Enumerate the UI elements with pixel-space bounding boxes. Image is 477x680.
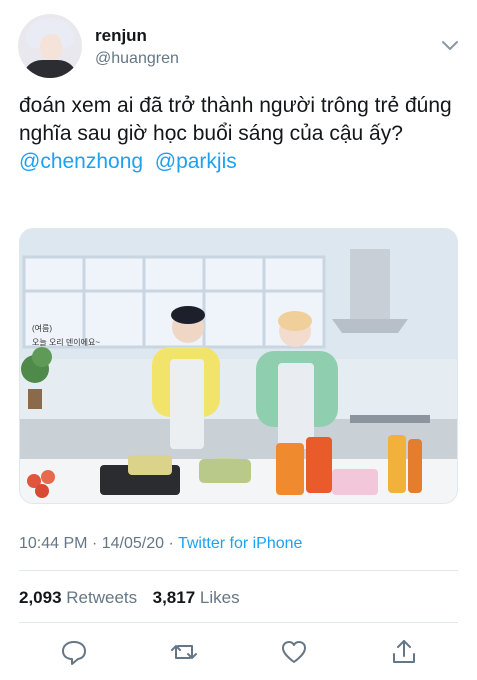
display-name[interactable]: renjun	[95, 26, 147, 46]
avatar-face	[40, 34, 62, 60]
chevron-down-icon[interactable]	[441, 40, 459, 52]
retweets-label[interactable]: Retweets	[66, 588, 137, 607]
divider	[19, 622, 458, 623]
user-handle[interactable]: @huangren	[95, 50, 179, 68]
media-caption-line: 오늘 오리 덴이에요~	[32, 337, 100, 347]
tweet-source-link[interactable]: Twitter for iPhone	[178, 535, 303, 552]
tweet-time: 10:44 PM	[19, 535, 88, 552]
time-date-separator: ·	[91, 535, 98, 552]
tweet-stats: 2,093 Retweets 3,817 Likes	[19, 588, 240, 608]
avatar[interactable]	[18, 14, 82, 78]
tweet-media-image[interactable]: (여름) 오늘 오리 덴이에요~	[19, 228, 458, 504]
heart-icon[interactable]	[280, 638, 308, 666]
media-caption-line: (여름)	[32, 323, 52, 333]
likes-count[interactable]: 3,817	[153, 588, 196, 607]
likes-label[interactable]: Likes	[200, 588, 240, 607]
tweet-date: 14/05/20	[101, 535, 164, 552]
retweet-arrows-icon[interactable]	[170, 638, 198, 666]
date-source-separator: ·	[168, 535, 174, 552]
mention-link[interactable]: @chenzhong	[19, 150, 143, 173]
tweet-text: đoán xem ai đã trở thành người trông trẻ…	[19, 92, 464, 176]
mention-link[interactable]: @parkjis	[155, 150, 237, 173]
tweet-body: đoán xem ai đã trở thành người trông trẻ…	[19, 94, 452, 145]
retweets-count[interactable]: 2,093	[19, 588, 62, 607]
divider	[19, 570, 458, 571]
share-upload-icon[interactable]	[390, 638, 418, 666]
kitchen-scene: (여름) 오늘 오리 덴이에요~	[20, 229, 457, 503]
speech-bubble-icon[interactable]	[60, 638, 88, 666]
avatar-body	[22, 60, 78, 78]
tweet-timestamp: 10:44 PM · 14/05/20 · Twitter for iPhone	[19, 535, 302, 553]
